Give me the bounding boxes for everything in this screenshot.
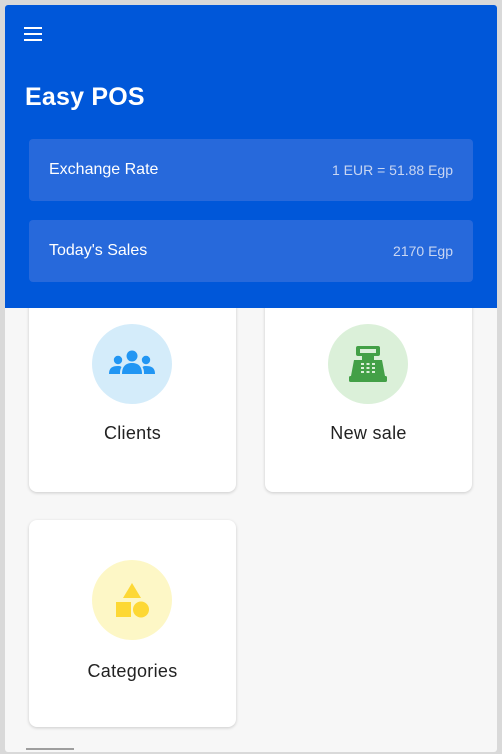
categories-icon-circle [92, 560, 172, 640]
cash-register-icon [349, 346, 387, 382]
menu-button[interactable] [19, 20, 47, 48]
tiles-grid: Clients New sale Categories [5, 308, 497, 752]
shapes-icon [116, 583, 149, 618]
app-header: Easy POS Exchange Rate 1 EUR = 51.88 Egp… [5, 5, 497, 308]
exchange-rate-card[interactable]: Exchange Rate 1 EUR = 51.88 Egp [29, 139, 473, 201]
new-sale-tile[interactable]: New sale [265, 308, 472, 492]
people-group-icon [109, 350, 155, 374]
scroll-indicator [26, 748, 74, 750]
new-sale-icon-circle [328, 324, 408, 404]
categories-tile[interactable]: Categories [29, 520, 236, 727]
todays-sales-card[interactable]: Today's Sales 2170 Egp [29, 220, 473, 282]
exchange-rate-label: Exchange Rate [49, 161, 159, 178]
new-sale-label: New sale [330, 423, 407, 443]
clients-label: Clients [103, 423, 162, 443]
todays-sales-label: Today's Sales [49, 242, 148, 259]
page-title: Easy POS [25, 83, 145, 111]
hamburger-menu-icon [24, 27, 42, 41]
exchange-rate-value: 1 EUR = 51.88 Egp [331, 162, 453, 178]
todays-sales-value: 2170 Egp [393, 243, 453, 259]
clients-icon-circle [92, 324, 172, 404]
toolbar [5, 5, 497, 63]
categories-label: Categories [87, 661, 178, 681]
clients-tile[interactable]: Clients [29, 308, 236, 492]
app-window: Easy POS Exchange Rate 1 EUR = 51.88 Egp… [5, 5, 497, 752]
